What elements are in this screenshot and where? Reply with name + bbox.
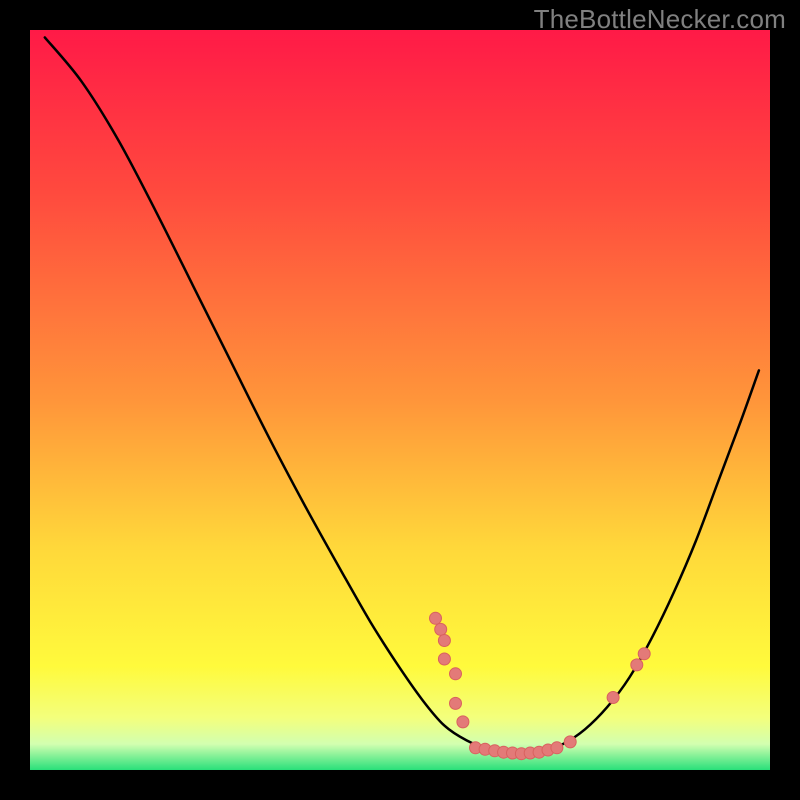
data-marker (607, 692, 619, 704)
plot-area (30, 30, 770, 770)
data-marker (438, 635, 450, 647)
data-marker (638, 648, 650, 660)
chart-svg (30, 30, 770, 770)
data-marker (450, 668, 462, 680)
data-marker (450, 697, 462, 709)
data-marker (435, 623, 447, 635)
data-marker (631, 659, 643, 671)
bottleneck-curve (45, 37, 759, 753)
chart-stage: TheBottleNecker.com (0, 0, 800, 800)
data-marker (438, 653, 450, 665)
data-marker (430, 612, 442, 624)
data-marker (551, 742, 563, 754)
data-marker (564, 736, 576, 748)
data-marker (457, 716, 469, 728)
